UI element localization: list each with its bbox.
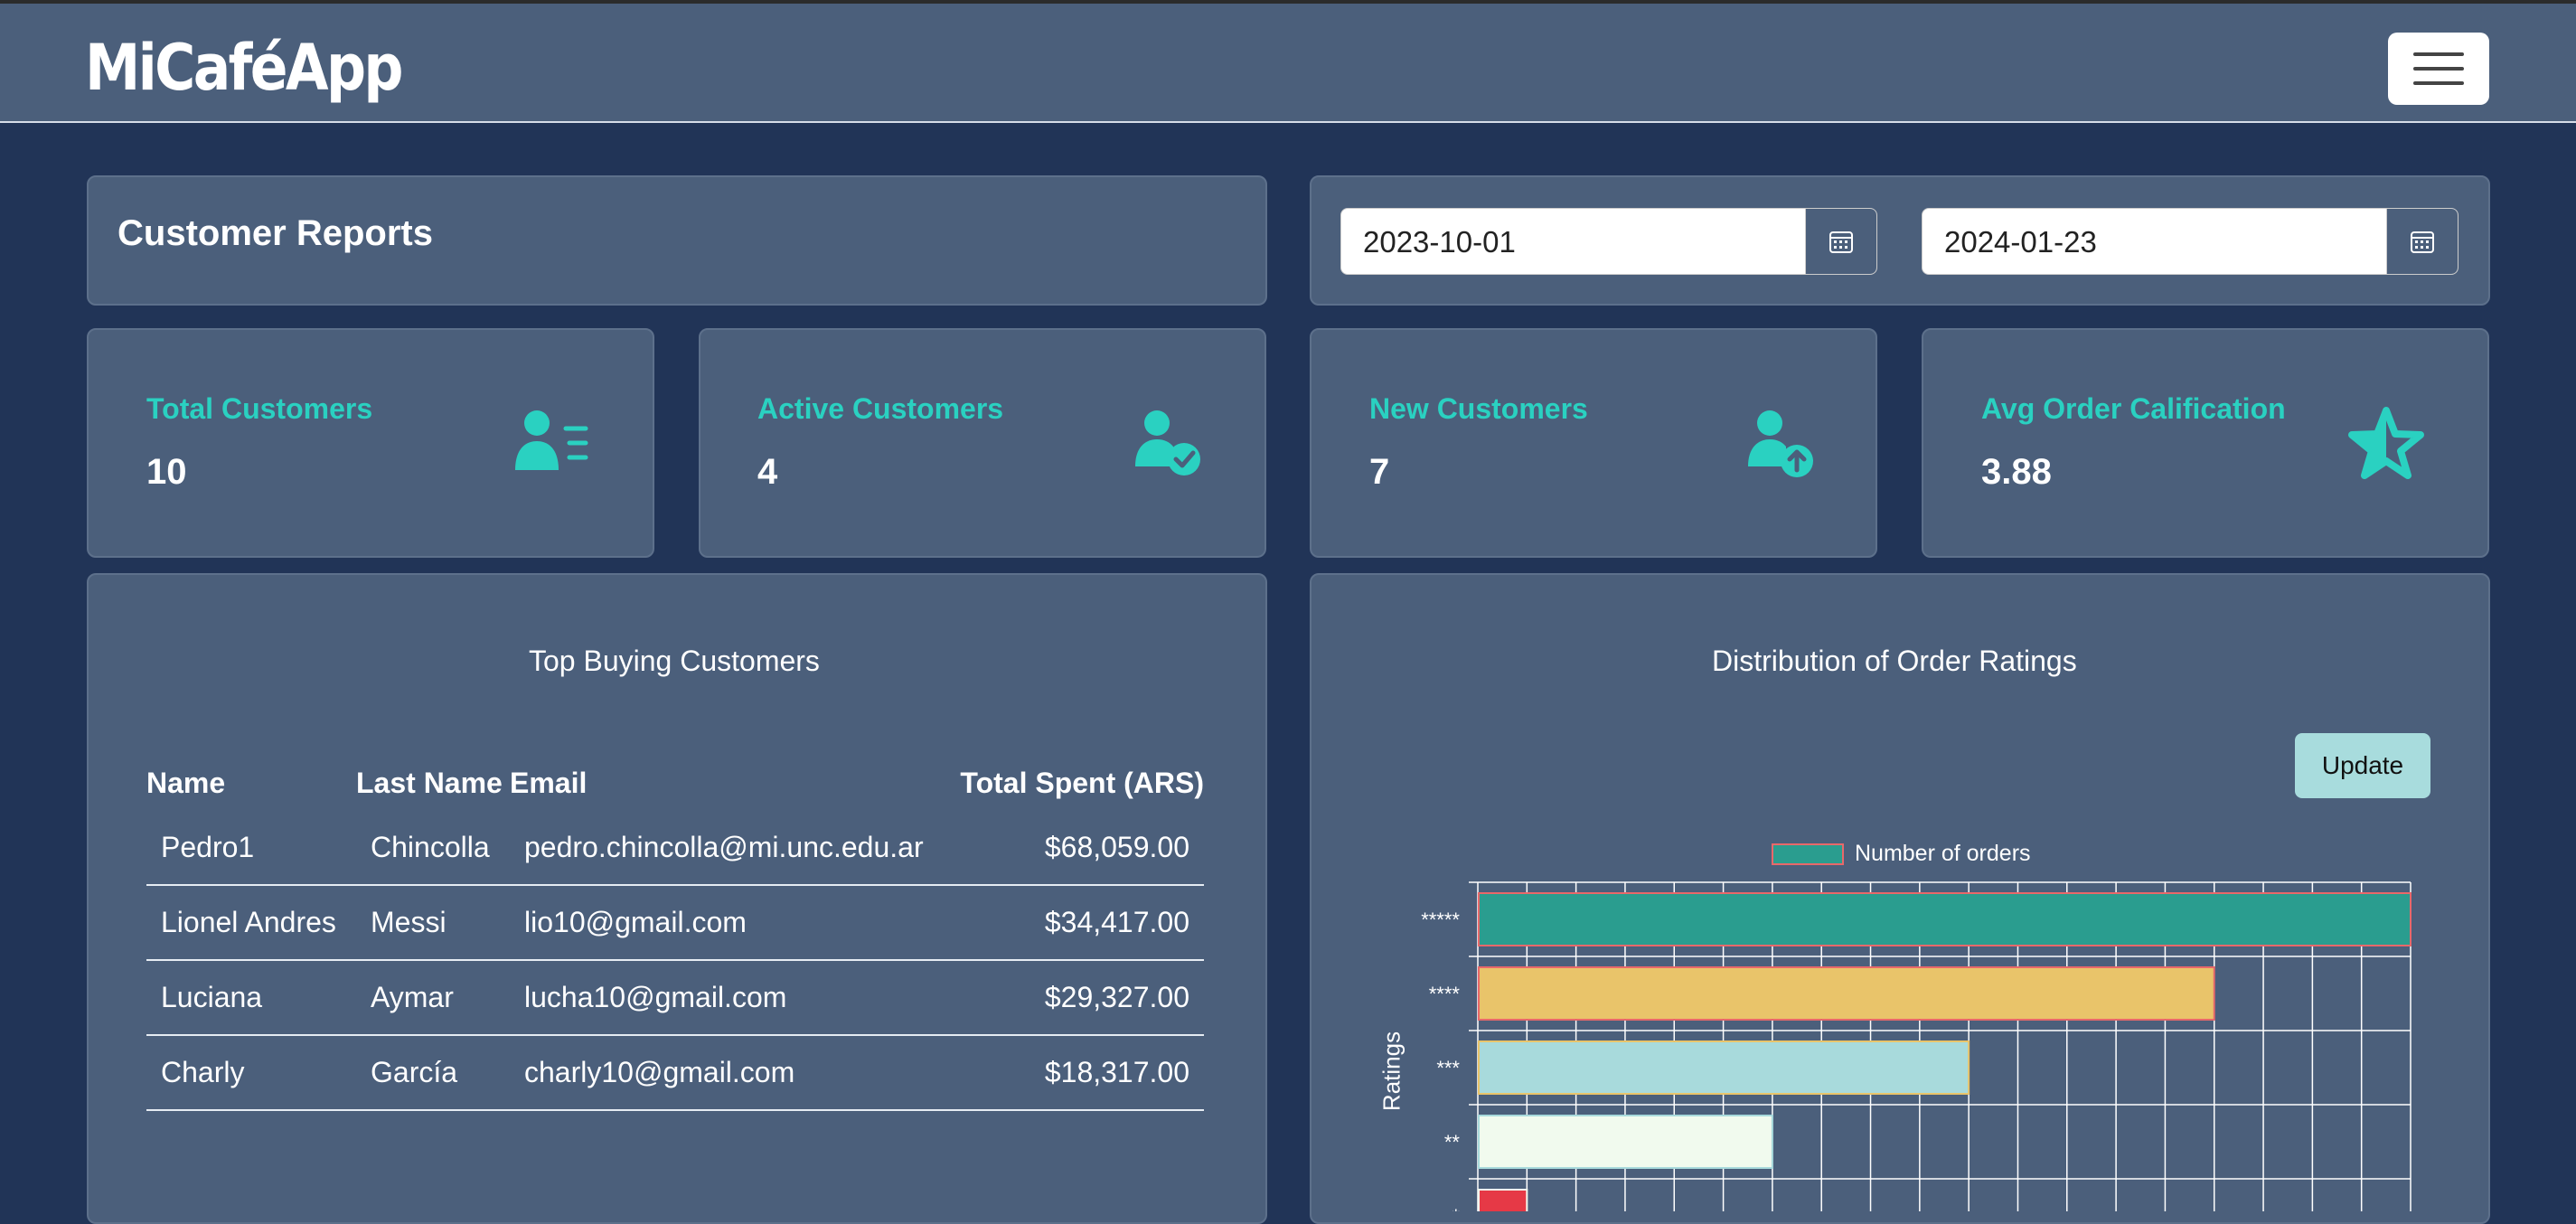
cell-last-name: Aymar xyxy=(356,960,510,1036)
stat-label: Avg Order Calification xyxy=(1981,392,2286,425)
column-header-email[interactable]: Email xyxy=(510,755,947,811)
column-header-total-spent[interactable]: Total Spent (ARS) xyxy=(947,755,1204,811)
user-check-icon xyxy=(1133,409,1202,482)
start-date-input[interactable]: 2023-10-01 xyxy=(1340,208,1877,275)
stat-value: 3.88 xyxy=(1981,452,2052,492)
cell-last-name: Messi xyxy=(356,885,510,961)
calendar-icon[interactable] xyxy=(2386,209,2458,274)
stat-label: Total Customers xyxy=(146,392,373,425)
cell-email: lucha10@gmail.com xyxy=(510,960,947,1036)
brand-logo[interactable]: MiCaféApp xyxy=(85,31,404,105)
top-navbar: MiCaféApp xyxy=(0,0,2576,123)
chart-bars xyxy=(1478,892,2411,1211)
y-tick-label: *** xyxy=(1436,1057,1460,1079)
ratings-title: Distribution of Order Ratings xyxy=(1712,645,2077,677)
cell-name: Charly xyxy=(146,1035,356,1111)
cell-name: Luciana xyxy=(146,960,356,1036)
bar-2-stars[interactable] xyxy=(1478,1115,1773,1169)
cell-last-name: Chincolla xyxy=(356,811,510,886)
stat-value: 10 xyxy=(146,452,187,492)
chart-y-ticks: *************** xyxy=(1421,909,1460,1211)
bar-4-stars[interactable] xyxy=(1478,966,2215,1021)
bar-5-stars[interactable] xyxy=(1478,892,2411,946)
y-tick-label: ***** xyxy=(1421,909,1460,931)
update-button[interactable]: Update xyxy=(2295,733,2430,798)
bar-1-stars[interactable] xyxy=(1478,1189,1528,1211)
column-header-name[interactable]: Name xyxy=(146,755,356,811)
hamburger-menu-button[interactable] xyxy=(2388,33,2489,105)
stat-label: New Customers xyxy=(1369,392,1588,425)
cell-email: charly10@gmail.com xyxy=(510,1035,947,1111)
stat-value: 4 xyxy=(757,452,778,492)
cell-email: pedro.chincolla@mi.unc.edu.ar xyxy=(510,811,947,886)
legend-label[interactable]: Number of orders xyxy=(1855,841,2031,867)
y-axis-label: Ratings xyxy=(1377,1031,1406,1112)
table-row[interactable]: Charly García charly10@gmail.com $18,317… xyxy=(146,1035,1204,1111)
table-row[interactable]: Luciana Aymar lucha10@gmail.com $29,327.… xyxy=(146,960,1204,1036)
top-customers-table: Name Last Name Email Total Spent (ARS) P… xyxy=(146,755,1204,1111)
cell-name: Lionel Andres xyxy=(146,885,356,961)
legend-swatch[interactable] xyxy=(1772,843,1844,865)
cell-name: Pedro1 xyxy=(146,811,356,886)
top-customers-title: Top Buying Customers xyxy=(529,645,820,677)
cell-email: lio10@gmail.com xyxy=(510,885,947,961)
calendar-icon[interactable] xyxy=(1805,209,1876,274)
stat-value: 7 xyxy=(1369,452,1390,492)
page-title: Customer Reports xyxy=(118,213,433,253)
y-tick-label: ** xyxy=(1444,1131,1461,1153)
table-row[interactable]: Lionel Andres Messi lio10@gmail.com $34,… xyxy=(146,885,1204,961)
table-row[interactable]: Pedro1 Chincolla pedro.chincolla@mi.unc.… xyxy=(146,811,1204,886)
cell-total-spent: $68,059.00 xyxy=(947,811,1204,886)
cell-total-spent: $34,417.00 xyxy=(947,885,1204,961)
table-header-row: Name Last Name Email Total Spent (ARS) xyxy=(146,755,1204,811)
bar-3-stars[interactable] xyxy=(1478,1040,1970,1095)
cell-total-spent: $29,327.00 xyxy=(947,960,1204,1036)
end-date-input[interactable]: 2024-01-23 xyxy=(1922,208,2458,275)
user-plus-icon xyxy=(1746,409,1815,485)
star-icon xyxy=(2346,405,2426,485)
user-list-icon xyxy=(513,409,589,478)
cell-total-spent: $18,317.00 xyxy=(947,1035,1204,1111)
cell-last-name: García xyxy=(356,1035,510,1111)
y-tick-label: **** xyxy=(1429,983,1461,1005)
start-date-value: 2023-10-01 xyxy=(1363,225,1516,259)
ratings-bar-chart: *************** xyxy=(1421,881,2411,1211)
column-header-last-name[interactable]: Last Name xyxy=(356,755,510,811)
stat-label: Active Customers xyxy=(757,392,1004,425)
menu-icon-line xyxy=(2413,81,2464,85)
y-tick-label: * xyxy=(1452,1205,1460,1211)
menu-icon-line xyxy=(2413,67,2464,71)
menu-icon xyxy=(2413,52,2464,56)
end-date-value: 2024-01-23 xyxy=(1944,225,2097,259)
